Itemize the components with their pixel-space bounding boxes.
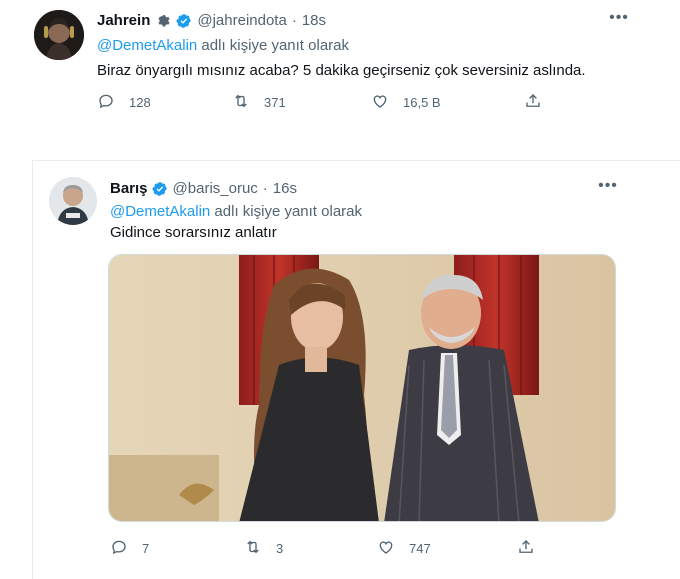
retweet-button-2[interactable]: 3 <box>244 538 283 559</box>
reply-button-2[interactable]: 7 <box>110 538 149 559</box>
tweet-photo[interactable] <box>108 254 616 522</box>
avatar-jahrein-image <box>34 10 84 60</box>
reply-icon <box>97 92 115 113</box>
reply-count-2: 7 <box>142 541 150 556</box>
author-name[interactable]: Jahrein <box>97 12 150 29</box>
retweet-icon <box>244 538 262 559</box>
retweet-count-2: 3 <box>276 541 284 556</box>
photo-image <box>109 255 615 521</box>
like-count-2: 747 <box>409 541 431 556</box>
separator-2: · <box>262 180 268 197</box>
like-icon <box>371 92 389 113</box>
reply-icon <box>110 538 128 559</box>
reply-context-2: @DemetAkalin adlı kişiye yanıt olarak <box>110 203 362 220</box>
verified-badge-icon <box>176 13 192 29</box>
tweet-header-2: Barış @baris_oruc · 16s <box>110 180 297 197</box>
more-icon[interactable]: ••• <box>597 178 619 199</box>
share-button-2[interactable] <box>517 538 535 559</box>
tweet-jahrein[interactable]: Jahrein @jahreindota · 18s ••• @DemetAka… <box>0 0 680 140</box>
more-icon[interactable]: ••• <box>608 10 630 31</box>
like-button-2[interactable]: 747 <box>377 538 431 559</box>
reply-suffix: adlı kişiye yanıt olarak <box>197 37 350 54</box>
tweet-text-2: Gidince sorarsınız anlatır <box>110 224 277 241</box>
gear-icon <box>155 12 172 29</box>
reply-button[interactable]: 128 <box>97 92 151 113</box>
author-handle-2[interactable]: @baris_oruc <box>173 180 258 197</box>
tweet-text: Biraz önyargılı mısınız acaba? 5 dakika … <box>97 62 586 79</box>
like-button[interactable]: 16,5 B <box>371 92 441 113</box>
timestamp-2[interactable]: 16s <box>273 180 297 197</box>
retweet-icon <box>232 92 250 113</box>
share-icon <box>517 538 535 559</box>
reply-suffix-2: adlı kişiye yanıt olarak <box>210 203 363 220</box>
share-icon <box>524 92 542 113</box>
reply-count: 128 <box>129 95 151 110</box>
author-handle[interactable]: @jahreindota <box>197 12 286 29</box>
share-button[interactable] <box>524 92 542 113</box>
avatar-baris[interactable] <box>49 177 97 225</box>
reply-mention-link-2[interactable]: @DemetAkalin <box>110 203 210 220</box>
like-icon <box>377 538 395 559</box>
separator: · <box>291 12 297 29</box>
avatar-baris-image <box>49 177 97 225</box>
verified-badge-icon <box>152 181 168 197</box>
timestamp[interactable]: 18s <box>302 12 326 29</box>
like-count: 16,5 B <box>403 95 441 110</box>
retweet-count: 371 <box>264 95 286 110</box>
avatar-jahrein[interactable] <box>34 10 84 60</box>
tweet-header: Jahrein @jahreindota · 18s <box>97 12 326 29</box>
author-name-2[interactable]: Barış <box>110 180 148 197</box>
retweet-button[interactable]: 371 <box>232 92 286 113</box>
reply-mention-link[interactable]: @DemetAkalin <box>97 37 197 54</box>
reply-context: @DemetAkalin adlı kişiye yanıt olarak <box>97 37 349 54</box>
